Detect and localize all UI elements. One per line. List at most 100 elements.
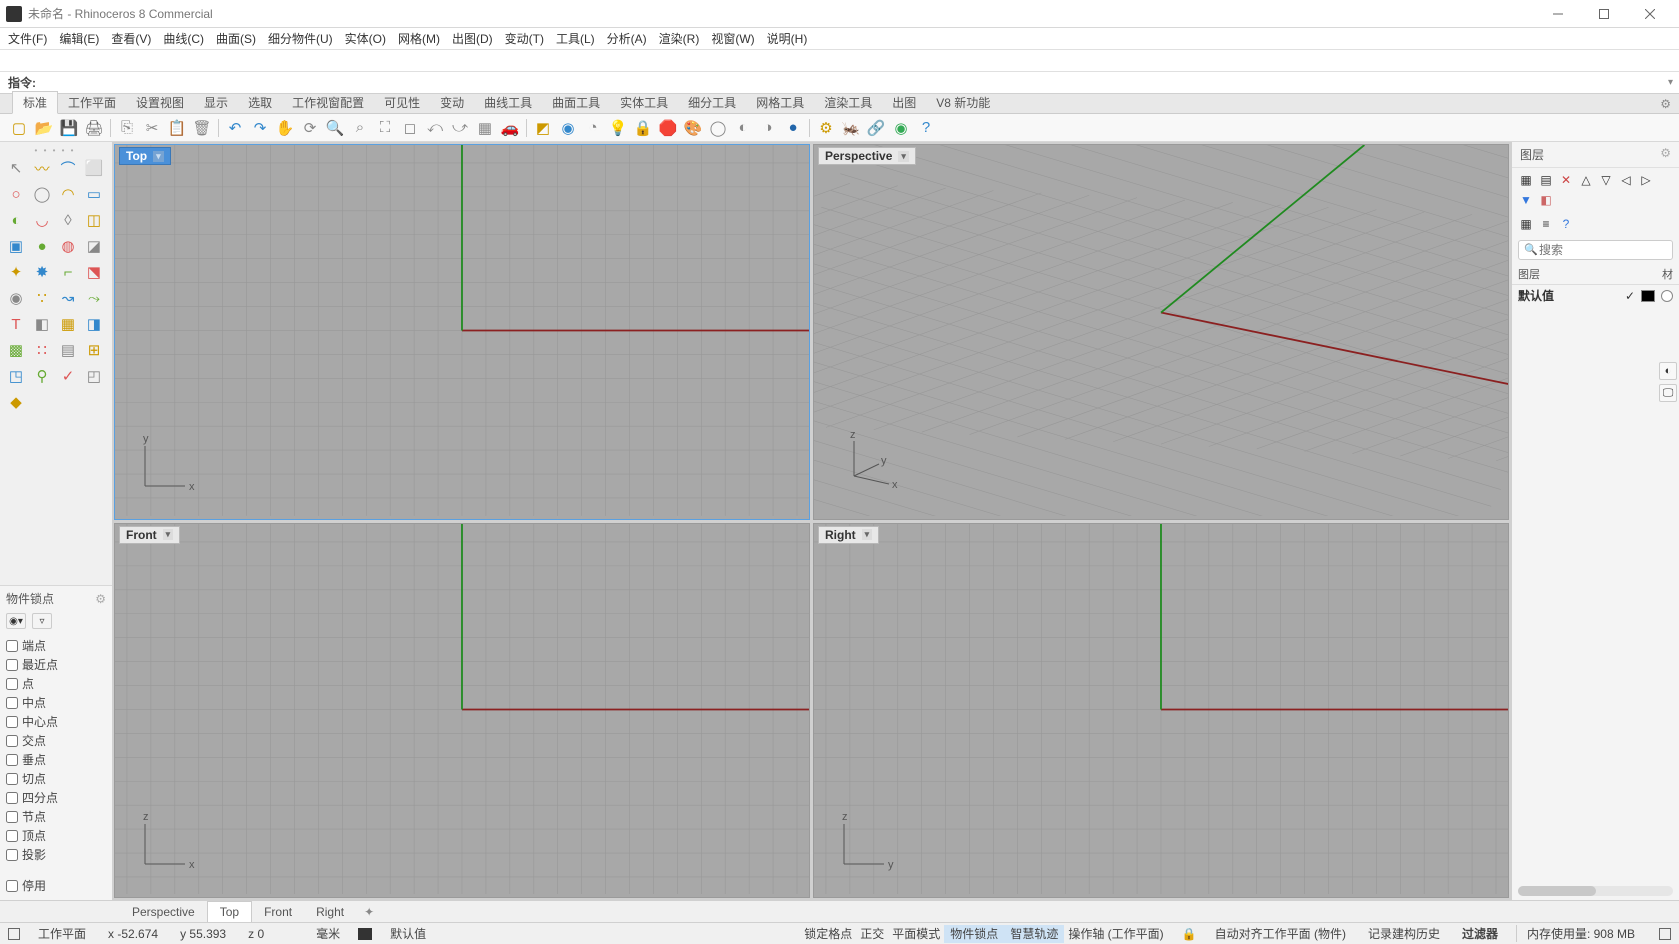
toolbar-tab[interactable]: 细分工具 [678, 92, 746, 113]
osnap-item[interactable]: 点 [6, 675, 106, 692]
redo-view-icon[interactable]: ⤻ [449, 117, 471, 139]
status-toggle[interactable]: 平面模式 [888, 927, 944, 941]
status-toggle[interactable]: 物件锁点 [944, 925, 1004, 943]
delete-icon[interactable]: 🗑 [191, 117, 213, 139]
osnap-mode1-icon[interactable]: ◉▾ [6, 613, 26, 629]
menu-item[interactable]: 文件(F) [8, 30, 47, 47]
layer-col-name[interactable]: 图层 [1518, 266, 1662, 282]
pan-icon[interactable]: ✋ [274, 117, 296, 139]
status-history[interactable]: 记录建构历史 [1364, 925, 1444, 942]
side-tool-29[interactable]: ∷ [30, 338, 54, 362]
layer-material-swatch[interactable] [1661, 290, 1673, 302]
side-tool-2[interactable]: ⌒ [56, 156, 80, 180]
status-unit[interactable]: 毫米 [312, 925, 344, 942]
side-tool-25[interactable]: ◧ [30, 312, 54, 336]
side-tool-5[interactable]: ◯ [30, 182, 54, 206]
maximize-button[interactable] [1581, 0, 1627, 28]
delete-layer-icon[interactable]: ✕ [1558, 172, 1574, 188]
side-tool-11[interactable]: ◫ [82, 208, 106, 232]
viewport-top[interactable]: Top▾ x y [114, 144, 810, 520]
globe2-icon[interactable]: ◑ [757, 117, 779, 139]
viewport-menu-icon[interactable]: ▾ [898, 151, 909, 162]
side-tool-36[interactable]: ◆ [4, 390, 28, 414]
osnap-settings-icon[interactable]: ⚙ [95, 592, 106, 606]
link-icon[interactable]: 🔗 [865, 117, 887, 139]
4view-icon[interactable]: ▦ [474, 117, 496, 139]
menu-item[interactable]: 变动(T) [505, 30, 544, 47]
minimize-button[interactable] [1535, 0, 1581, 28]
status-filter[interactable]: 过滤器 [1458, 925, 1502, 942]
toolbar-tab[interactable]: 曲面工具 [542, 92, 610, 113]
side-tool-17[interactable]: ✸ [30, 260, 54, 284]
side-tool-20[interactable]: ◉ [4, 286, 28, 310]
side-tool-16[interactable]: ✦ [4, 260, 28, 284]
side-tool-7[interactable]: ▭ [82, 182, 106, 206]
close-button[interactable] [1627, 0, 1673, 28]
toolbar-tab[interactable]: 出图 [882, 92, 926, 113]
layer-search-input[interactable] [1518, 240, 1673, 260]
toolbar-grip[interactable]: • • • • • [4, 146, 106, 154]
status-end-icon[interactable] [1659, 928, 1671, 940]
toolbar-tab[interactable]: 渲染工具 [814, 92, 882, 113]
viewtab[interactable]: Perspective [120, 902, 207, 922]
side-tool-6[interactable]: ◠ [56, 182, 80, 206]
undo-icon[interactable]: ↶ [224, 117, 246, 139]
menu-item[interactable]: 编辑(E) [59, 30, 99, 47]
side-tool-24[interactable]: T [4, 312, 28, 336]
osnap-disable[interactable]: 停用 [6, 877, 106, 894]
panel-settings-icon[interactable]: ⚙ [1660, 146, 1671, 163]
menu-item[interactable]: 分析(A) [607, 30, 647, 47]
side-tool-9[interactable]: ◡ [30, 208, 54, 232]
osnap-item[interactable]: 中点 [6, 694, 106, 711]
side-tool-27[interactable]: ◨ [82, 312, 106, 336]
undo-view-icon[interactable]: ⤺ [424, 117, 446, 139]
menu-item[interactable]: 工具(L) [556, 30, 595, 47]
ball-icon[interactable]: ● [782, 117, 804, 139]
side-tool-13[interactable]: ● [30, 234, 54, 258]
viewport-menu-icon[interactable]: ▾ [862, 529, 873, 540]
layer-row-default[interactable]: 默认值 ✓ [1512, 285, 1679, 306]
rotate-icon[interactable]: ⟳ [299, 117, 321, 139]
side-tool-30[interactable]: ▤ [56, 338, 80, 362]
viewport-front[interactable]: Front▾ x z [114, 523, 810, 899]
side-tool-32[interactable]: ◳ [4, 364, 28, 388]
status-toggle[interactable]: 智慧轨迹 [1004, 925, 1064, 943]
open-file-icon[interactable]: 📂 [33, 117, 55, 139]
zoom-window-icon[interactable]: ⌕ [349, 117, 371, 139]
select-layer-icon[interactable]: ◔ [582, 117, 604, 139]
menu-item[interactable]: 出图(D) [452, 30, 493, 47]
viewport-top-title[interactable]: Top▾ [119, 147, 171, 165]
side-tool-4[interactable]: ○ [4, 182, 28, 206]
layer-filter-icon[interactable]: ▼ [1518, 192, 1534, 208]
status-layer[interactable]: 默认值 [386, 925, 430, 942]
color-icon[interactable]: 🛑 [657, 117, 679, 139]
command-expand-icon[interactable]: ▾ [1668, 77, 1673, 88]
toolbar-tab[interactable]: 实体工具 [610, 92, 678, 113]
toolbar-tab[interactable]: 变动 [430, 92, 474, 113]
side-tool-3[interactable]: ⬜ [82, 156, 106, 180]
viewtab[interactable]: Right [304, 902, 356, 922]
circle-icon[interactable]: ◯ [707, 117, 729, 139]
tab-display-icon[interactable]: 🖵 [1659, 384, 1677, 402]
viewtab[interactable]: Front [252, 902, 304, 922]
side-tool-12[interactable]: ▣ [4, 234, 28, 258]
side-tool-18[interactable]: ⌐ [56, 260, 80, 284]
viewtab[interactable]: Top [207, 901, 252, 922]
toolbar-settings-icon[interactable]: ⚙ [1660, 97, 1671, 111]
menu-item[interactable]: 渲染(R) [659, 30, 700, 47]
status-cplane[interactable]: 工作平面 [34, 925, 90, 942]
osnap-item[interactable]: 端点 [6, 637, 106, 654]
menu-item[interactable]: 实体(O) [345, 30, 386, 47]
osnap-item[interactable]: 投影 [6, 846, 106, 863]
new-file-icon[interactable]: ▢ [8, 117, 30, 139]
add-viewtab-icon[interactable]: ✦ [356, 902, 382, 922]
layer-grid-icon[interactable]: ▦ [1518, 216, 1534, 232]
layer-next-icon[interactable]: ▷ [1638, 172, 1654, 188]
side-tool-8[interactable]: ◐ [4, 208, 28, 232]
viewport-menu-icon[interactable]: ▾ [163, 529, 174, 540]
layer-list-icon[interactable]: ≡ [1538, 216, 1554, 232]
layer2-icon[interactable]: ◉ [557, 117, 579, 139]
side-tool-28[interactable]: ▩ [4, 338, 28, 362]
new-sublayer-icon[interactable]: ▤ [1538, 172, 1554, 188]
zoom-sel-icon[interactable]: ◻ [399, 117, 421, 139]
